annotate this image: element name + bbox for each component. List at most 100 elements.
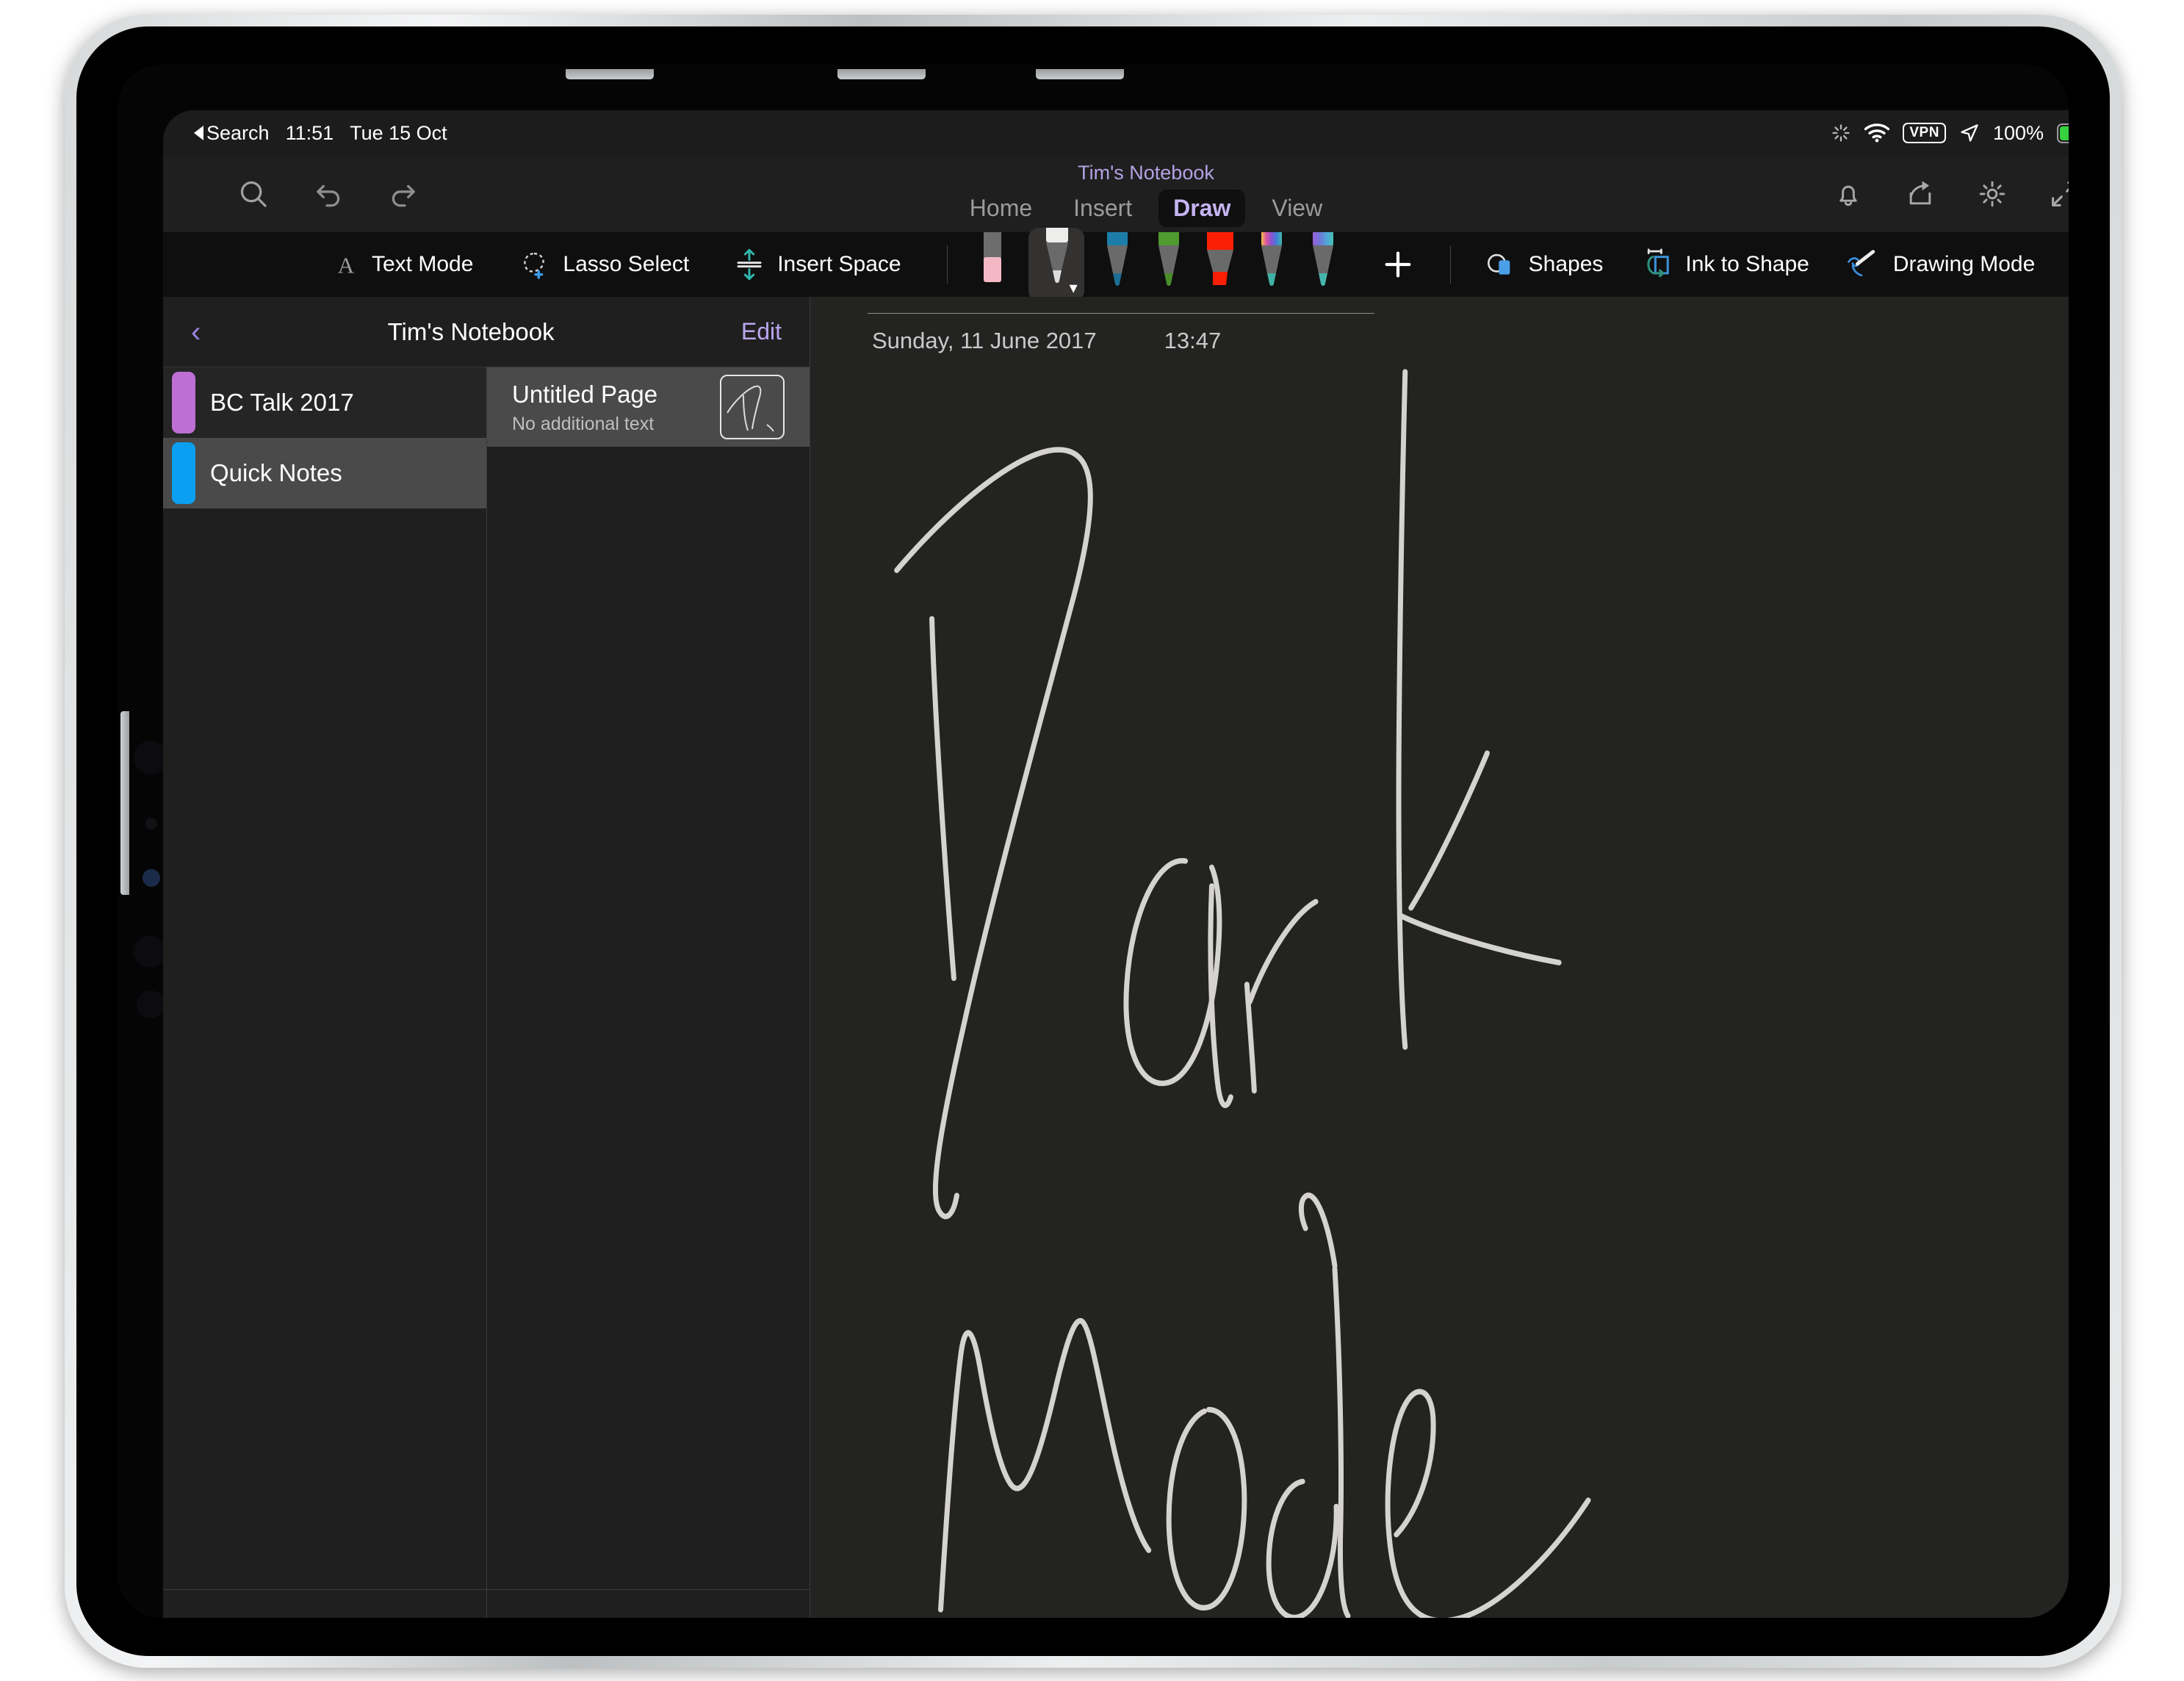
insert-space-icon	[735, 247, 764, 282]
add-pen-button[interactable]	[1381, 248, 1415, 281]
pages-column: Untitled Page No additional text	[487, 367, 810, 1589]
face-id-sensor-icon	[143, 869, 160, 887]
battery-charging-icon: ⚡	[2057, 123, 2069, 143]
pen-rainbow-1[interactable]	[1249, 232, 1294, 297]
pen-eraser[interactable]	[967, 232, 1018, 297]
add-section-button[interactable]: + Section	[163, 1590, 486, 1618]
sidebar-footer: + Section + Page	[163, 1589, 810, 1618]
drawing-mode-icon	[1845, 249, 1880, 280]
sidebar-item-bc-talk-2017[interactable]: BC Talk 2017	[163, 367, 486, 438]
insert-space-label: Insert Space	[777, 252, 901, 277]
draw-toolbar: A Text Mode	[163, 232, 2069, 298]
expand-icon[interactable]	[2048, 178, 2069, 210]
status-bar: Search 11:51 Tue 15 Oct	[163, 110, 2069, 156]
wifi-icon	[1864, 123, 1889, 143]
ink-to-shape-icon	[1638, 248, 1672, 281]
page-subtitle: No additional text	[512, 414, 657, 435]
add-page-label: Page	[557, 1618, 612, 1619]
list-item-untitled-page[interactable]: Untitled Page No additional text	[487, 367, 810, 447]
toolbar-divider-2	[1450, 245, 1451, 284]
device-inner-shell: Search 11:51 Tue 15 Oct	[76, 26, 2110, 1656]
pen-green[interactable]	[1146, 232, 1192, 297]
sidebar-columns: BC Talk 2017 Quick Notes	[163, 367, 810, 1589]
shapes-icon	[1483, 249, 1516, 280]
text-mode-button[interactable]: A Text Mode	[334, 251, 473, 278]
edit-button[interactable]: Edit	[741, 318, 782, 345]
status-bar-left: Search 11:51 Tue 15 Oct	[194, 122, 447, 145]
volume-up-button[interactable]	[837, 69, 926, 79]
status-bar-right: VPN 100% ⚡	[1831, 122, 2069, 145]
screenshot-stage: Search 11:51 Tue 15 Oct	[0, 0, 2184, 1681]
section-color-tab	[172, 442, 195, 504]
volume-down-button[interactable]	[1036, 69, 1124, 79]
power-button[interactable]	[566, 69, 654, 79]
main-area: ‹ Tim's Notebook Edit BC Talk 2017	[163, 297, 2069, 1618]
pages-list: Untitled Page No additional text	[487, 367, 810, 1589]
add-section-label: Section	[234, 1618, 312, 1619]
ambient-sensor-icon	[145, 818, 157, 829]
svg-text:A: A	[338, 252, 355, 278]
page-text-block: Untitled Page No additional text	[512, 379, 657, 435]
tab-view[interactable]: View	[1257, 190, 1337, 227]
bell-icon[interactable]	[1832, 178, 1864, 210]
section-label: BC Talk 2017	[210, 389, 354, 417]
side-button[interactable]	[120, 711, 129, 895]
text-mode-icon: A	[334, 251, 358, 278]
pen-blue[interactable]	[1095, 232, 1140, 297]
document-title: Tim's Notebook	[163, 162, 2069, 184]
activity-spinner-icon	[1831, 123, 1851, 143]
section-color-tab	[172, 372, 195, 433]
share-icon[interactable]	[1904, 178, 1936, 210]
device-bezel: Search 11:51 Tue 15 Oct	[118, 65, 2069, 1618]
gear-icon[interactable]	[1976, 178, 2008, 210]
shapes-button[interactable]: Shapes	[1483, 249, 1604, 280]
pen-white-selected[interactable]: ▾	[1028, 228, 1084, 301]
lasso-select-label: Lasso Select	[563, 252, 689, 277]
add-page-button[interactable]: + Page	[486, 1590, 810, 1618]
pen-rainbow-2[interactable]	[1300, 232, 1346, 297]
note-canvas[interactable]: Sunday, 11 June 2017 13:47	[810, 297, 2069, 1618]
shapes-label: Shapes	[1529, 252, 1604, 277]
ink-to-shape-button[interactable]: Ink to Shape	[1638, 248, 1809, 281]
speaker-hole-icon	[134, 935, 166, 968]
toolbar-divider	[947, 245, 948, 284]
pen-palette: ▾	[967, 232, 1346, 297]
ink-to-shape-label: Ink to Shape	[1685, 252, 1809, 277]
sidebar-item-quick-notes[interactable]: Quick Notes	[163, 438, 486, 508]
battery-percent-label: 100%	[1993, 122, 2044, 145]
tab-insert[interactable]: Insert	[1059, 190, 1147, 227]
tab-draw[interactable]: Draw	[1158, 190, 1245, 227]
chevron-left-icon[interactable]: ‹	[191, 317, 201, 347]
ribbon-tabs: Home Insert Draw View	[163, 190, 2069, 227]
microphone-icon	[137, 990, 165, 1018]
lasso-select-icon	[519, 249, 549, 280]
page-title: Untitled Page	[512, 379, 657, 409]
pen-options-chevron-down-icon[interactable]: ▾	[1070, 280, 1078, 296]
insert-space-button[interactable]: Insert Space	[735, 247, 901, 282]
drawing-mode-label: Drawing Mode	[1893, 252, 2035, 277]
sections-list: BC Talk 2017 Quick Notes	[163, 367, 486, 1589]
status-date: Tue 15 Oct	[350, 122, 447, 145]
ipad-screen: Search 11:51 Tue 15 Oct	[163, 110, 2069, 1618]
highlighter-red[interactable]	[1197, 232, 1243, 297]
back-to-search-button[interactable]: Search	[194, 122, 270, 145]
tab-home[interactable]: Home	[955, 190, 1047, 227]
ribbon-right-icons	[1832, 156, 2069, 232]
sections-column: BC Talk 2017 Quick Notes	[163, 367, 487, 1589]
plus-icon	[1381, 248, 1415, 281]
ipad-device-frame: Search 11:51 Tue 15 Oct	[65, 15, 2122, 1668]
back-triangle-icon	[194, 126, 203, 140]
handwriting-ink	[810, 297, 2069, 1618]
drawing-mode-button[interactable]: Drawing Mode	[1845, 249, 2035, 280]
vpn-badge: VPN	[1903, 123, 1946, 143]
lasso-select-button[interactable]: Lasso Select	[519, 249, 689, 280]
status-back-label: Search	[206, 122, 270, 145]
plus-icon: +	[198, 1615, 217, 1618]
location-arrow-icon	[1959, 123, 1980, 143]
plus-icon: +	[522, 1615, 541, 1618]
sidebar-title: Tim's Notebook	[388, 318, 555, 346]
page-thumbnail	[720, 375, 785, 439]
sidebar-header: ‹ Tim's Notebook Edit	[163, 297, 810, 367]
section-label: Quick Notes	[210, 459, 342, 487]
app-ribbon: Tim's Notebook Home Insert Draw View	[163, 156, 2069, 233]
